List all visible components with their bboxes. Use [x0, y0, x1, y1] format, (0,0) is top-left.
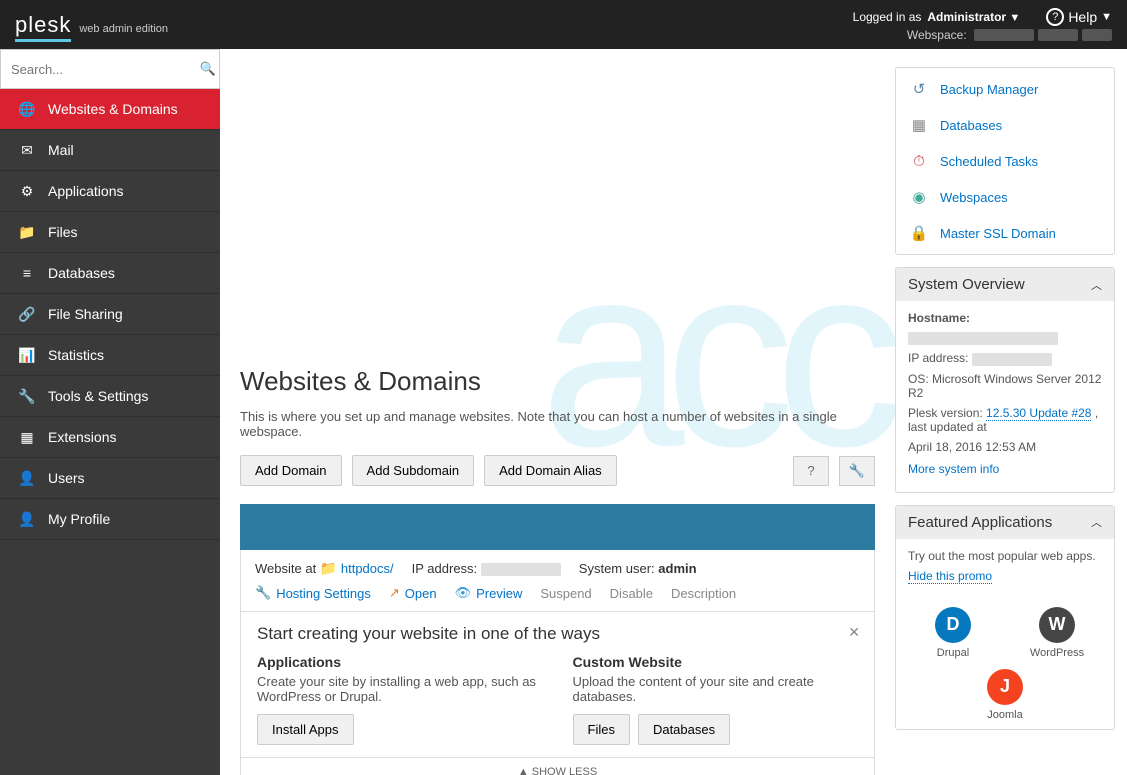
domain-header[interactable]: [240, 504, 875, 550]
gear-icon: ⚙: [18, 182, 36, 200]
close-icon: ✕: [848, 624, 860, 640]
sidebar: 🔍 🌐Websites & Domains✉Mail⚙Applications📁…: [0, 49, 220, 775]
featured-apps-header[interactable]: Featured Applications︿: [896, 506, 1114, 539]
chevron-up-icon: ︿: [1091, 277, 1102, 293]
more-system-info-link[interactable]: More system info: [908, 462, 999, 476]
show-less-toggle[interactable]: ▲ SHOW LESS: [240, 758, 875, 775]
nav-item-my-profile[interactable]: 👤My Profile: [0, 499, 220, 540]
right-panel: ↺Backup Manager ▦Databases ⏱Scheduled Task…: [895, 49, 1127, 775]
search-bar: 🔍: [0, 49, 220, 89]
header: plesk web admin edition Logged in as Adm…: [0, 0, 1127, 49]
featured-app-drupal[interactable]: DDrupal: [923, 607, 983, 659]
custom-website-heading: Custom Website: [573, 654, 859, 670]
settings-button[interactable]: 🔧: [839, 456, 875, 486]
nav-item-applications[interactable]: ⚙Applications: [0, 171, 220, 212]
chevron-down-icon: ▼: [1009, 12, 1020, 24]
nav-item-tools-settings[interactable]: 🔧Tools & Settings: [0, 376, 220, 417]
profile-icon: 👤: [18, 510, 36, 528]
description-link[interactable]: Description: [671, 586, 736, 601]
start-title: Start creating your website in one of th…: [257, 624, 858, 644]
close-button[interactable]: ✕: [848, 624, 860, 641]
db-icon: ≡: [18, 264, 36, 282]
add-domain-alias-button[interactable]: Add Domain Alias: [484, 455, 617, 486]
page-description: This is where you set up and manage webs…: [240, 409, 840, 439]
system-overview-header[interactable]: System Overview︿: [896, 268, 1114, 301]
search-button[interactable]: 🔍: [197, 51, 219, 87]
nav-item-mail[interactable]: ✉Mail: [0, 130, 220, 171]
plesk-version-link[interactable]: 12.5.30 Update #28: [986, 406, 1091, 421]
start-creating-box: ✕ Start creating your website in one of …: [240, 612, 875, 758]
tools-icon: 🔧: [255, 585, 271, 601]
nav-item-databases[interactable]: ≡Databases: [0, 253, 220, 294]
chevron-up-icon: ︿: [1091, 514, 1102, 530]
quick-link-backup-manager[interactable]: ↺Backup Manager: [908, 78, 1102, 100]
share-icon: 🔗: [18, 305, 36, 323]
install-apps-button[interactable]: Install Apps: [257, 714, 354, 745]
quick-icon: ⏱: [908, 150, 930, 172]
webspace-selector[interactable]: Webspace:: [907, 28, 1112, 42]
nav-item-files[interactable]: 📁Files: [0, 212, 220, 253]
databases-button[interactable]: Databases: [638, 714, 730, 745]
open-link[interactable]: ↗Open: [389, 585, 437, 601]
preview-link[interactable]: 👁Preview: [455, 585, 523, 601]
search-input[interactable]: [1, 54, 197, 85]
quick-link-scheduled-tasks[interactable]: ⏱Scheduled Tasks: [908, 150, 1102, 172]
files-button[interactable]: Files: [573, 714, 630, 745]
add-domain-button[interactable]: Add Domain: [240, 455, 342, 486]
nav-item-extensions[interactable]: ▦Extensions: [0, 417, 220, 458]
chevron-down-icon: ▼: [1101, 11, 1112, 23]
nav-item-users[interactable]: 👤Users: [0, 458, 220, 499]
help-icon: ?: [1046, 8, 1064, 26]
help-button[interactable]: ?: [793, 456, 829, 486]
stats-icon: 📊: [18, 346, 36, 364]
toolbar: Add Domain Add Subdomain Add Domain Alia…: [240, 455, 875, 486]
user-icon: 👤: [18, 469, 36, 487]
app-icon: D: [935, 607, 971, 643]
quick-link-master-ssl-domain[interactable]: 🔒Master SSL Domain: [908, 222, 1102, 244]
domain-info: Website at 📁 httpdocs/ IP address: Syste…: [240, 550, 875, 612]
hosting-settings-link[interactable]: 🔧Hosting Settings: [255, 585, 371, 601]
httpdocs-link[interactable]: httpdocs/: [341, 561, 394, 576]
applications-heading: Applications: [257, 654, 543, 670]
folder-icon: 📁: [18, 223, 36, 241]
quick-icon: 🔒: [908, 222, 930, 244]
preview-icon: 👁: [455, 585, 472, 601]
app-icon: J: [987, 669, 1023, 705]
question-icon: ?: [807, 463, 814, 478]
folder-icon: 📁: [320, 560, 337, 576]
nav-item-statistics[interactable]: 📊Statistics: [0, 335, 220, 376]
open-icon: ↗: [389, 585, 400, 601]
nav-item-websites-domains[interactable]: 🌐Websites & Domains: [0, 89, 220, 130]
featured-app-wordpress[interactable]: WWordPress: [1027, 607, 1087, 659]
logo[interactable]: plesk web admin edition: [15, 12, 168, 38]
admin-dropdown[interactable]: Administrator ▼: [927, 10, 1020, 24]
suspend-link[interactable]: Suspend: [540, 586, 591, 601]
globe-icon: 🌐: [18, 100, 36, 118]
quick-icon: ▦: [908, 114, 930, 136]
tools-icon: 🔧: [18, 387, 36, 405]
quick-icon: ↺: [908, 78, 930, 100]
app-icon: W: [1039, 607, 1075, 643]
ext-icon: ▦: [18, 428, 36, 446]
disable-link[interactable]: Disable: [610, 586, 653, 601]
nav-item-file-sharing[interactable]: 🔗File Sharing: [0, 294, 220, 335]
logged-in-label: Logged in as: [853, 10, 922, 24]
add-subdomain-button[interactable]: Add Subdomain: [352, 455, 475, 486]
page-title: Websites & Domains: [240, 366, 875, 397]
help-dropdown[interactable]: ? Help ▼: [1046, 8, 1112, 26]
quick-link-webspaces[interactable]: ◉Webspaces: [908, 186, 1102, 208]
search-icon: 🔍: [200, 61, 216, 77]
wrench-icon: 🔧: [849, 463, 865, 479]
featured-app-joomla[interactable]: JJoomla: [975, 669, 1035, 721]
mail-icon: ✉: [18, 141, 36, 159]
hide-promo-link[interactable]: Hide this promo: [908, 569, 992, 584]
quick-icon: ◉: [908, 186, 930, 208]
quick-link-databases[interactable]: ▦Databases: [908, 114, 1102, 136]
